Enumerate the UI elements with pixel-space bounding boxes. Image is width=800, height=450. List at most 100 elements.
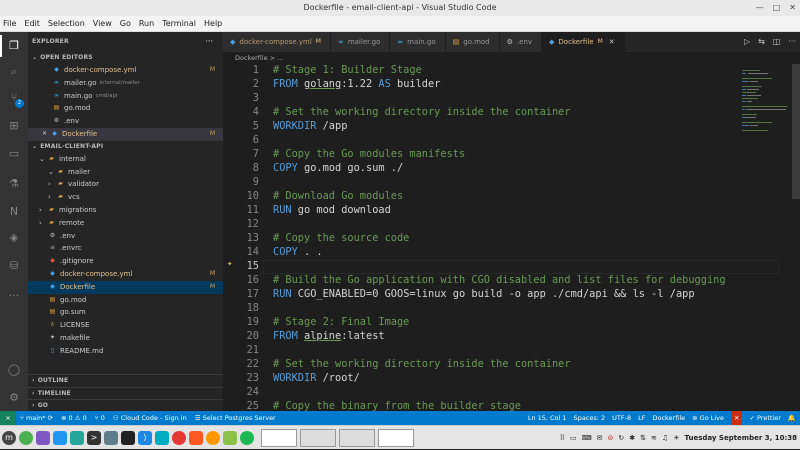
bluetooth-icon[interactable]: ✱ xyxy=(629,434,635,442)
split-editor-icon[interactable]: ◫ xyxy=(773,32,781,52)
explorer-more-icon[interactable]: ··· xyxy=(206,32,213,52)
spotify-icon[interactable] xyxy=(240,430,254,445)
tray-icon-3[interactable]: ✉ xyxy=(597,434,603,442)
indent-status[interactable]: Spaces: 2 xyxy=(574,411,606,425)
tray-icon-4[interactable]: ↻ xyxy=(618,434,624,442)
close-editor-icon[interactable]: ✕ xyxy=(42,128,47,141)
terminal-icon[interactable]: > xyxy=(87,430,101,445)
menu-selection[interactable]: Selection xyxy=(48,16,85,31)
more-icon[interactable]: ··· xyxy=(6,288,22,304)
branch-status[interactable]: ⑂ main* ⟳ xyxy=(16,411,57,425)
chevron-right-icon[interactable]: › xyxy=(48,178,56,191)
open-editor-item[interactable]: ◆ docker-compose.yml M xyxy=(28,64,223,77)
run-icon[interactable]: ▷ xyxy=(744,32,750,52)
database-icon[interactable]: ⛁ xyxy=(6,258,22,274)
wifi-icon[interactable]: ≋ xyxy=(651,434,657,442)
tree-item[interactable]: › ▰ remote xyxy=(28,217,223,230)
tree-item[interactable]: ≡ .envrc xyxy=(28,242,223,255)
app-icon-purple[interactable] xyxy=(36,430,50,445)
notifications-icon[interactable]: 🔔 xyxy=(788,411,796,425)
app-icon-grey[interactable] xyxy=(104,430,118,445)
menu-edit[interactable]: Edit xyxy=(24,16,40,31)
chevron-right-icon[interactable]: › xyxy=(48,191,56,204)
tab-go-mod[interactable]: ▤ go.mod xyxy=(445,32,500,52)
code-line[interactable]: COPY . . xyxy=(273,246,323,258)
open-editor-item[interactable]: ∞ main.go cmd/api xyxy=(28,90,223,103)
code-line[interactable]: # Copy the binary from the builder stage xyxy=(273,400,521,411)
chevron-down-icon[interactable]: ⌄ xyxy=(48,166,56,179)
ports-status[interactable]: ⑂ 0 xyxy=(91,411,109,425)
network-icon[interactable]: ⇅ xyxy=(640,434,646,442)
code-editor[interactable]: 1 # Stage 1: Builder Stage 2 FROM golang:1.… xyxy=(223,64,783,411)
source-control-icon[interactable]: ⑂ 2 xyxy=(6,90,24,108)
project-header[interactable]: ⌄ EMAIL-CLIENT-API xyxy=(28,141,223,153)
minimap[interactable] xyxy=(740,64,790,184)
chevron-down-icon[interactable]: ⌄ xyxy=(39,153,47,166)
music-icon[interactable]: ♫ xyxy=(662,434,668,442)
tree-item[interactable]: ◆ .gitignore xyxy=(28,255,223,268)
docker-icon[interactable]: ◈ xyxy=(6,230,22,246)
brave-icon[interactable] xyxy=(189,430,203,445)
open-editor-item[interactable]: ▤ go.mod xyxy=(28,102,223,115)
tree-item[interactable]: ▤ go.sum xyxy=(28,306,223,319)
tab--env[interactable]: ⚙ .env xyxy=(499,32,543,52)
tree-item[interactable]: › ▰ migrations xyxy=(28,204,223,217)
app-icon-green[interactable] xyxy=(19,430,33,445)
cloud-code-status[interactable]: ⚇ Cloud Code - Sign in xyxy=(109,411,191,425)
code-line[interactable]: # Stage 1: Builder Stage xyxy=(273,64,422,76)
cursor-position[interactable]: Ln 15, Col 1 xyxy=(528,411,567,425)
code-line[interactable]: # Set the working directory inside the c… xyxy=(273,358,571,370)
more-actions-icon[interactable]: ··· xyxy=(788,32,796,52)
no-sync-icon[interactable]: ✕ xyxy=(731,411,743,425)
apps-grid-icon[interactable]: ⠿ xyxy=(560,434,565,442)
code-line[interactable]: COPY go.mod go.sum ./ xyxy=(273,162,403,174)
menu-help[interactable]: Help xyxy=(204,16,222,31)
window-thumb-4[interactable] xyxy=(378,428,414,447)
tab-main-go[interactable]: ∞ main.go xyxy=(390,32,446,52)
tree-item[interactable]: ⌄ ▰ internal xyxy=(28,153,223,166)
go-header[interactable]: › GO xyxy=(28,399,223,411)
code-line[interactable]: # Download Go modules xyxy=(273,190,403,202)
outline-header[interactable]: › OUTLINE xyxy=(28,375,223,387)
tree-item[interactable]: ⚙ .env xyxy=(28,230,223,243)
tree-item[interactable]: ◆ docker-compose.yml M xyxy=(28,268,223,281)
code-line[interactable]: # Stage 2: Final Image xyxy=(273,316,409,328)
chevron-right-icon[interactable]: › xyxy=(39,217,47,230)
app-icon-dark[interactable] xyxy=(121,430,135,445)
code-line[interactable]: RUN CGO_ENABLED=0 GOOS=linux go build -o… xyxy=(273,288,695,300)
tree-item[interactable]: › ▰ vcs xyxy=(28,191,223,204)
search-icon[interactable]: ⌕ xyxy=(6,64,22,80)
tray-icon-1[interactable]: ▭ xyxy=(570,434,577,442)
close-tab-icon[interactable]: ✕ xyxy=(609,32,615,52)
tree-item[interactable]: ◆ Dockerfile M xyxy=(28,280,223,294)
menu-terminal[interactable]: Terminal xyxy=(162,16,196,31)
account-icon[interactable]: ◯ xyxy=(6,362,22,378)
code-line[interactable]: WORKDIR /root/ xyxy=(273,372,360,384)
window-thumb-1[interactable] xyxy=(261,428,297,447)
settings-icon[interactable]: ⚙ xyxy=(6,390,22,406)
tray-icon-2[interactable]: ⌨ xyxy=(582,434,592,442)
code-line[interactable]: FROM alpine:latest xyxy=(273,330,385,342)
minimize-icon[interactable]: — xyxy=(756,0,764,16)
code-line[interactable]: # Copy the source code xyxy=(273,232,409,244)
tab-dockerfile[interactable]: ◆ Dockerfile M ✕ xyxy=(542,32,625,52)
tree-item[interactable]: ▤ go.mod xyxy=(28,294,223,307)
code-line[interactable]: # Set the working directory inside the c… xyxy=(273,106,571,118)
menu-icon[interactable]: m xyxy=(2,430,16,445)
breadcrumb[interactable]: Dockerfile > ... xyxy=(223,52,800,64)
open-editor-item[interactable]: ∞ mailer.go internal/mailer xyxy=(28,77,223,90)
app-icon-teal[interactable] xyxy=(70,430,84,445)
language-status[interactable]: Dockerfile xyxy=(652,411,685,425)
app-icon-blue[interactable] xyxy=(53,430,67,445)
tree-item[interactable]: ⌄ ▰ mailer xyxy=(28,166,223,179)
chevron-right-icon[interactable]: › xyxy=(39,204,47,217)
tree-item[interactable]: › ▰ validator xyxy=(28,178,223,191)
problems-status[interactable]: ⊗ 0 ⚠ 0 xyxy=(57,411,91,425)
files-icon[interactable]: ❐ xyxy=(0,35,22,57)
code-line[interactable]: # Copy the Go modules manifests xyxy=(273,148,465,160)
code-line[interactable]: RUN go mod download xyxy=(273,204,391,216)
timeline-header[interactable]: › TIMELINE xyxy=(28,387,223,399)
menu-view[interactable]: View xyxy=(93,16,112,31)
maximize-icon[interactable]: □ xyxy=(773,0,781,16)
remote-explorer-icon[interactable]: ▭ xyxy=(6,146,22,162)
